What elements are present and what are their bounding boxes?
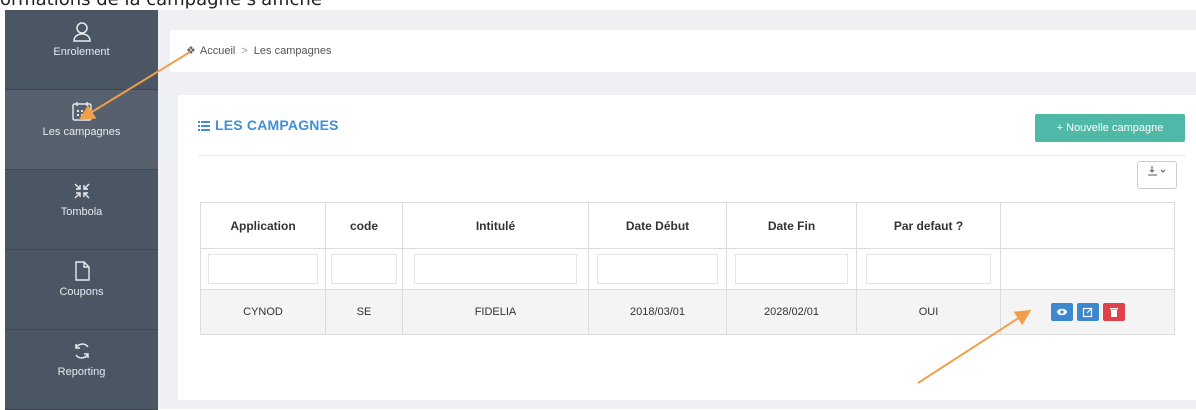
- sidebar-item-les-campagnes[interactable]: Les campagnes: [5, 90, 158, 170]
- home-icon[interactable]: ❖: [186, 30, 196, 72]
- filter-date-debut-input[interactable]: [597, 254, 718, 284]
- filter-cell: [402, 248, 589, 290]
- filter-cell: [726, 248, 857, 290]
- panel-title-text: LES CAMPAGNES: [215, 117, 339, 133]
- delete-button[interactable]: [1102, 303, 1125, 321]
- compress-arrows-icon: [74, 183, 89, 199]
- trash-icon: [1109, 308, 1118, 317]
- list-icon: [198, 121, 210, 131]
- edit-icon: [1082, 307, 1092, 318]
- divider: [198, 155, 1186, 156]
- column-header-code[interactable]: code: [325, 202, 403, 249]
- column-header-date-debut[interactable]: Date Début: [588, 202, 727, 249]
- sidebar-item-enrolement[interactable]: Enrolement: [5, 10, 158, 90]
- export-icon: [1148, 166, 1166, 176]
- table-row: CYNOD SE FIDELIA 2018/03/01 2028/02/01 O…: [200, 289, 1175, 335]
- column-header-application[interactable]: Application: [200, 202, 326, 249]
- filter-cell-empty: [1000, 248, 1175, 290]
- filter-cell: [200, 248, 326, 290]
- export-button[interactable]: [1137, 161, 1177, 189]
- eye-icon: [1056, 308, 1067, 316]
- sidebar-item-coupons[interactable]: Coupons: [5, 250, 158, 330]
- cell-date-debut: 2018/03/01: [588, 289, 727, 335]
- column-header-par-defaut[interactable]: Par defaut ?: [856, 202, 1001, 249]
- sidebar-item-label: Reporting: [57, 366, 106, 378]
- breadcrumb-separator: >: [241, 45, 248, 57]
- campaigns-table: Application code Intitulé Date Début Dat…: [200, 202, 1175, 335]
- cell-par-defaut: OUI: [856, 289, 1001, 335]
- file-icon: [74, 261, 90, 281]
- cell-intitule: FIDELIA: [402, 289, 589, 335]
- sidebar-item-label: Coupons: [59, 286, 104, 298]
- user-icon: [72, 22, 91, 42]
- breadcrumb-current: Les campagnes: [253, 45, 332, 57]
- filter-cell: [325, 248, 403, 290]
- column-header-date-fin[interactable]: Date Fin: [726, 202, 857, 249]
- filter-cell: [588, 248, 727, 290]
- page-caption: ormations de la campagne s'affiche: [0, 0, 322, 10]
- edit-button[interactable]: [1076, 303, 1099, 321]
- filter-par-defaut-input[interactable]: [865, 254, 992, 284]
- sidebar-item-label: Les campagnes: [42, 126, 121, 138]
- breadcrumb: ❖ Accueil > Les campagnes: [170, 30, 1196, 72]
- view-button[interactable]: [1050, 303, 1073, 321]
- calendar-icon: [71, 102, 92, 121]
- filter-cell: [856, 248, 1001, 290]
- cell-code: SE: [325, 289, 403, 335]
- filter-date-fin-input[interactable]: [734, 254, 849, 284]
- filter-row: [200, 248, 1175, 290]
- column-header-actions: [1000, 202, 1175, 249]
- sidebar-item-label: Tombola: [60, 206, 103, 218]
- sidebar-item-tombola[interactable]: Tombola: [5, 170, 158, 250]
- panel-title: LES CAMPAGNES: [198, 117, 339, 133]
- refresh-icon: [74, 343, 89, 359]
- sidebar: Enrolement Les campagnes Tombola Coupons…: [5, 10, 158, 410]
- cell-actions: [1000, 289, 1175, 335]
- filter-application-input[interactable]: [208, 254, 318, 284]
- filter-code-input[interactable]: [330, 254, 398, 284]
- campaigns-panel: LES CAMPAGNES + Nouvelle campagne Applic…: [178, 95, 1196, 400]
- column-header-intitule[interactable]: Intitulé: [402, 202, 589, 249]
- cell-application: CYNOD: [200, 289, 326, 335]
- filter-intitule-input[interactable]: [414, 254, 577, 284]
- table-header-row: Application code Intitulé Date Début Dat…: [200, 202, 1175, 249]
- sidebar-item-reporting[interactable]: Reporting: [5, 330, 158, 410]
- breadcrumb-home-link[interactable]: Accueil: [200, 45, 235, 57]
- new-campaign-button[interactable]: + Nouvelle campagne: [1035, 114, 1185, 142]
- cell-date-fin: 2028/02/01: [726, 289, 857, 335]
- sidebar-item-label: Enrolement: [53, 46, 110, 58]
